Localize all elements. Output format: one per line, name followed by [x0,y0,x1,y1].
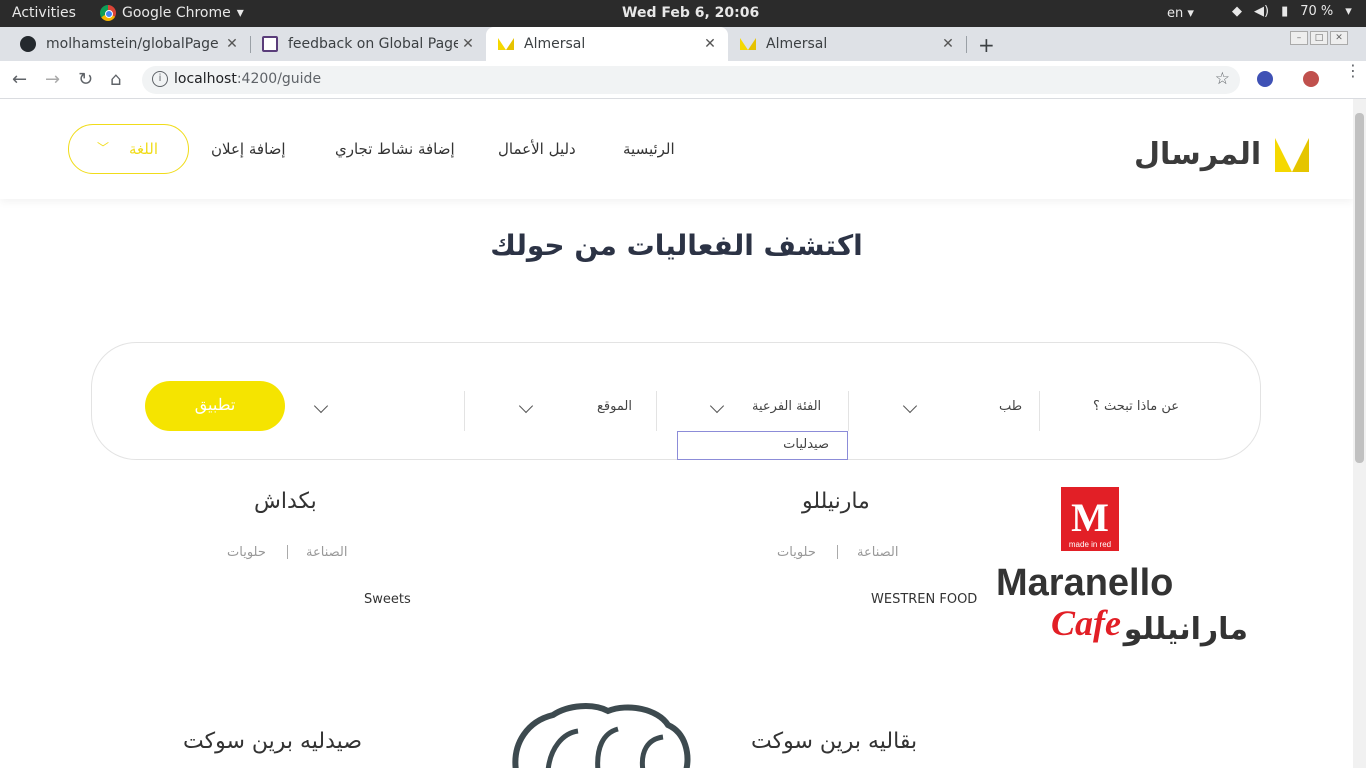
back-icon[interactable]: ← [12,69,27,90]
tab-divider [966,36,967,53]
reload-icon[interactable]: ↻ [78,69,93,90]
chevron-down-icon: ▾ [236,5,244,21]
listing-subcategory: حلويات [777,545,816,560]
activities-button[interactable]: Activities [12,5,76,21]
subcategory-dropdown-option[interactable]: صيدليات [677,431,848,460]
address-bar[interactable]: i localhost:4200/guide ☆ [142,66,1240,94]
almersal-icon [740,36,756,52]
meta-divider [837,545,838,559]
web-page: المرسال الرئيسية دليل الأعمال إضافة نشاط… [0,99,1353,768]
volume-icon: ◀) [1254,4,1270,19]
tab-almersal[interactable]: Almersal ✕ [728,27,966,61]
listing-category: الصناعة [857,545,899,560]
search-panel: عن ماذا تبحث ؟ طب الفئة الفرعية الموقع ت… [91,342,1261,460]
logo-text: المرسال [1134,137,1262,172]
chevron-down-icon[interactable] [313,398,329,414]
svg-text:Cafe: Cafe [1051,603,1121,643]
almersal-icon [498,36,514,52]
language-selector[interactable]: اللغة ﹀ [68,124,189,174]
forward-icon[interactable]: → [45,69,60,90]
nav-add-business[interactable]: إضافة نشاط تجاري [335,140,455,158]
chevron-down-icon: ﹀ [97,141,110,155]
chevron-down-icon[interactable] [902,398,918,414]
chrome-icon [100,5,116,21]
listing-category: الصناعة [306,545,348,560]
battery-icon: ▮ [1281,4,1289,19]
system-tray[interactable]: ◆ ◀) ▮ 70 % ▾ [1232,4,1352,19]
maranello-cafe-logo[interactable]: M made in red Maranello Cafe مارانيللو [996,487,1251,647]
close-icon[interactable]: ✕ [458,36,478,52]
keyboard-language[interactable]: en ▾ [1167,6,1194,21]
tab-github[interactable]: molhamstein/globalPage ✕ [8,27,250,61]
listing-description: WESTREN FOOD [871,592,978,607]
meta-divider [287,545,288,559]
close-icon[interactable]: ✕ [222,36,242,52]
maximize-button[interactable]: □ [1310,31,1328,45]
divider [464,391,465,431]
nav-business-directory[interactable]: دليل الأعمال [498,140,576,158]
url-text: localhost:4200/guide [174,71,322,87]
extension-icon[interactable] [1257,71,1273,87]
location-select-label[interactable]: الموقع [597,399,632,414]
battery-level: 70 % [1300,4,1334,19]
tab-almersal-active[interactable]: Almersal ✕ [486,27,728,61]
hero-title: اكتشف الفعاليات من حولك [490,229,863,262]
minimize-button[interactable]: – [1290,31,1308,45]
home-icon[interactable]: ⌂ [110,69,121,90]
category-select-value[interactable]: طب [999,399,1022,414]
tab-title: Almersal [524,36,586,52]
listing-title[interactable]: بقاليه برين سوكت [751,729,917,754]
github-icon [20,36,36,52]
tab-title: molhamstein/globalPage [46,36,219,52]
tab-title: Almersal [766,36,828,52]
listing-description: Sweets [364,592,411,607]
wifi-icon: ◆ [1232,4,1242,19]
almersal-logo-icon [1275,137,1310,172]
chevron-down-icon[interactable] [709,398,725,414]
close-icon[interactable]: ✕ [938,36,958,52]
info-icon[interactable]: i [152,71,168,87]
chevron-down-icon: ▾ [1345,4,1352,19]
scrollbar-thumb[interactable] [1355,113,1364,463]
divider [848,391,849,431]
subcategory-select-label[interactable]: الفئة الفرعية [752,399,821,414]
tab-title: feedback on Global Pages [288,36,458,52]
profile-avatar[interactable] [1303,71,1319,87]
svg-text:made in red: made in red [1069,540,1111,549]
os-top-bar: Activities Google Chrome ▾ Wed Feb 6, 20… [0,0,1366,27]
bookmark-star-icon[interactable]: ☆ [1215,69,1230,89]
document-icon [262,36,278,52]
site-header: المرسال الرئيسية دليل الأعمال إضافة نشاط… [0,99,1353,199]
site-logo[interactable]: المرسال [1134,137,1310,172]
browser-toolbar: ← → ↻ ⌂ i localhost:4200/guide ☆ [0,61,1366,99]
tab-feedback[interactable]: feedback on Global Pages ✕ [250,27,486,61]
window-controls: – □ ✕ [1290,31,1348,45]
clock[interactable]: Wed Feb 6, 20:06 [622,5,759,21]
search-what-label[interactable]: عن ماذا تبحث ؟ [1093,399,1179,414]
listing-title[interactable]: بكداش [254,489,317,514]
page-scrollbar[interactable] [1353,99,1366,768]
divider [656,391,657,431]
app-menu[interactable]: Google Chrome ▾ [100,5,244,21]
listing-subcategory: حلويات [227,545,266,560]
svg-text:M: M [1071,495,1109,540]
divider [1039,391,1040,431]
close-window-button[interactable]: ✕ [1330,31,1348,45]
new-tab-button[interactable]: + [978,33,995,57]
chevron-down-icon[interactable] [518,398,534,414]
brain-socket-logo[interactable] [508,703,693,768]
listing-title[interactable]: صيدليه برين سوكت [183,729,362,754]
app-name: Google Chrome [122,5,231,21]
close-icon[interactable]: ✕ [700,36,720,52]
svg-text:مارانيللو: مارانيللو [1122,612,1248,647]
tab-strip: molhamstein/globalPage ✕ feedback on Glo… [0,27,1366,61]
nav-add-ad[interactable]: إضافة إعلان [211,140,286,158]
language-label: اللغة [129,140,158,158]
chrome-menu-icon[interactable]: ⋮ [1345,63,1361,79]
apply-button[interactable]: تطبيق [145,381,285,431]
svg-text:Maranello: Maranello [996,562,1173,604]
listing-title[interactable]: مارنيللو [802,489,870,514]
nav-home[interactable]: الرئيسية [623,140,675,158]
